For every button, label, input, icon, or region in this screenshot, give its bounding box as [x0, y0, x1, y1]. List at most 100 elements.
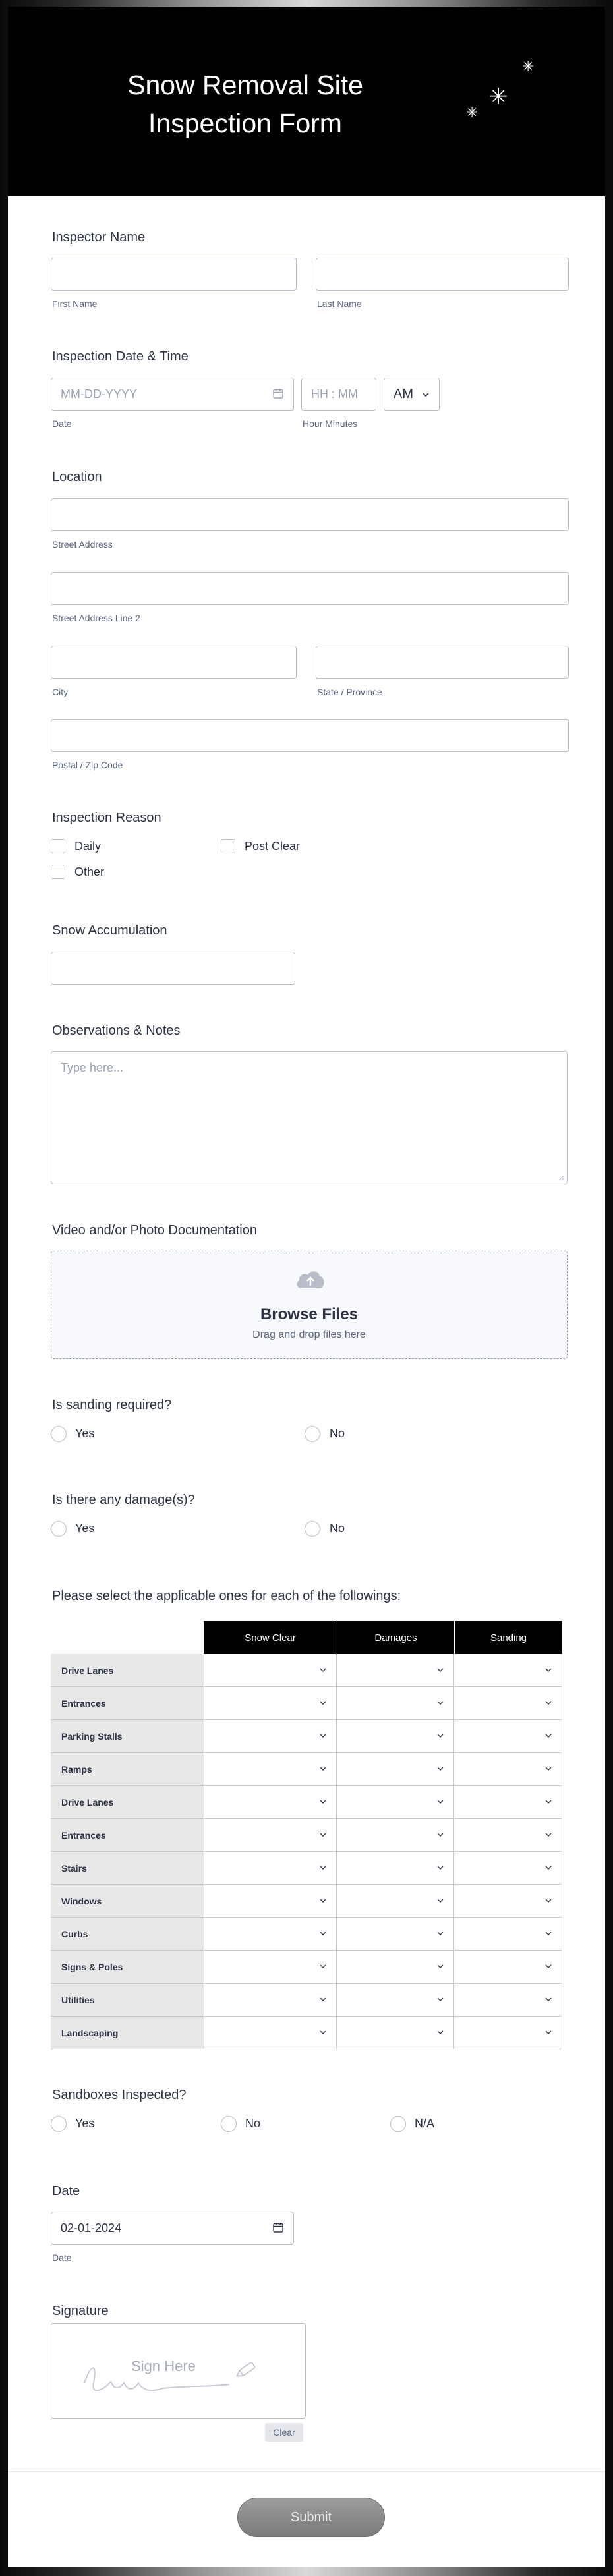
footer-divider: [8, 2471, 605, 2472]
matrix-select-damages[interactable]: [337, 1819, 454, 1852]
chevron-down-icon: [320, 1800, 326, 1804]
chevron-down-icon: [545, 1800, 552, 1804]
city-sublabel: City: [52, 687, 69, 697]
matrix-select-damages[interactable]: [337, 1951, 454, 1984]
state-input[interactable]: [316, 646, 569, 679]
damage-label: Is there any damage(s)?: [52, 1493, 195, 1507]
matrix-select-sanding[interactable]: [454, 1984, 562, 2017]
form-header: Snow Removal Site Inspection Form ✳ ✳ ✳: [8, 7, 605, 196]
signature-placeholder: Sign Here: [131, 2358, 196, 2374]
chevron-down-icon: [320, 2030, 326, 2034]
matrix-select-damages[interactable]: [337, 1918, 454, 1951]
matrix-select-snow-clear[interactable]: [204, 1819, 337, 1852]
submit-button[interactable]: Submit: [237, 2498, 385, 2537]
state-sublabel: State / Province: [317, 687, 382, 697]
reason-other-checkbox[interactable]: [51, 865, 65, 879]
sanding-no-radio[interactable]: [305, 1426, 320, 1442]
matrix-select-sanding[interactable]: [454, 1885, 562, 1918]
calendar-icon[interactable]: [272, 387, 284, 399]
last-name-sublabel: Last Name: [317, 299, 362, 309]
matrix-select-sanding[interactable]: [454, 1720, 562, 1753]
first-name-input[interactable]: [51, 258, 297, 291]
street-address-2-input[interactable]: [51, 572, 569, 605]
chevron-down-icon: [545, 1833, 552, 1837]
upload-label: Video and/or Photo Documentation: [52, 1223, 257, 1238]
matrix-select-snow-clear[interactable]: [204, 1654, 337, 1687]
reason-daily-checkbox[interactable]: [51, 839, 65, 853]
chevron-down-icon: [423, 393, 429, 397]
inspection-time-input[interactable]: HH : MM: [301, 378, 376, 411]
matrix-select-damages[interactable]: [337, 1852, 454, 1885]
matrix-select-sanding[interactable]: [454, 1654, 562, 1687]
matrix-select-damages[interactable]: [337, 1720, 454, 1753]
chevron-down-icon: [437, 1833, 444, 1837]
chevron-down-icon: [545, 1997, 552, 2001]
calendar-icon[interactable]: [272, 2221, 284, 2233]
zip-input[interactable]: [51, 719, 569, 752]
matrix-select-damages[interactable]: [337, 1984, 454, 2017]
city-input[interactable]: [51, 646, 297, 679]
chevron-down-icon: [320, 1833, 326, 1837]
sandboxes-yes-radio[interactable]: [51, 2116, 67, 2132]
chevron-down-icon: [545, 1734, 552, 1738]
sandboxes-label: Sandboxes Inspected?: [52, 2088, 187, 2102]
matrix-select-sanding[interactable]: [454, 1687, 562, 1720]
matrix-select-damages[interactable]: [337, 1687, 454, 1720]
ampm-select[interactable]: AM: [384, 378, 440, 411]
matrix-select-snow-clear[interactable]: [204, 1885, 337, 1918]
damage-yes-radio[interactable]: [51, 1521, 67, 1537]
sandboxes-no-radio[interactable]: [221, 2116, 237, 2132]
matrix-select-snow-clear[interactable]: [204, 1918, 337, 1951]
matrix-select-snow-clear[interactable]: [204, 1984, 337, 2017]
snow-accumulation-input[interactable]: [51, 952, 295, 985]
chevron-down-icon: [320, 1997, 326, 2001]
matrix-select-snow-clear[interactable]: [204, 1852, 337, 1885]
street-address-input[interactable]: [51, 498, 569, 531]
date-value: 02-01-2024: [61, 2221, 122, 2235]
inspection-datetime-label: Inspection Date & Time: [52, 349, 189, 364]
matrix-column-damages: Damages: [337, 1621, 454, 1654]
matrix-select-sanding[interactable]: [454, 1951, 562, 1984]
matrix-row-label: Entrances: [51, 1819, 204, 1852]
matrix-select-sanding[interactable]: [454, 1852, 562, 1885]
signature-pad[interactable]: Sign Here: [51, 2323, 306, 2419]
matrix-select-sanding[interactable]: [454, 1918, 562, 1951]
damage-no-radio[interactable]: [305, 1521, 320, 1537]
clear-signature-button[interactable]: Clear: [265, 2423, 303, 2442]
ampm-value: AM: [394, 386, 413, 401]
matrix-select-snow-clear[interactable]: [204, 1951, 337, 1984]
drag-drop-text: Drag and drop files here: [252, 1329, 366, 1340]
observations-textarea[interactable]: Type here...: [51, 1051, 568, 1184]
date-sublabel: Date: [52, 418, 72, 429]
reason-post-clear-checkbox[interactable]: [221, 839, 235, 853]
chevron-down-icon: [545, 1668, 552, 1672]
resize-grip-icon[interactable]: [558, 1174, 564, 1181]
matrix-select-snow-clear[interactable]: [204, 1720, 337, 1753]
chevron-down-icon: [437, 1767, 444, 1771]
matrix-row-label: Utilities: [51, 1984, 204, 2017]
file-upload-dropzone[interactable]: Browse Files Drag and drop files here: [51, 1251, 568, 1359]
matrix-select-snow-clear[interactable]: [204, 1687, 337, 1720]
browse-files-button[interactable]: Browse Files: [51, 1305, 567, 1324]
matrix-select-sanding[interactable]: [454, 2017, 562, 2049]
sanding-yes-radio[interactable]: [51, 1426, 67, 1442]
matrix-select-sanding[interactable]: [454, 1753, 562, 1786]
matrix-select-damages[interactable]: [337, 1654, 454, 1687]
inspection-date-input[interactable]: MM-DD-YYYY: [51, 378, 294, 411]
matrix-select-snow-clear[interactable]: [204, 1753, 337, 1786]
date-input[interactable]: 02-01-2024: [51, 2212, 294, 2245]
matrix-select-damages[interactable]: [337, 2017, 454, 2049]
last-name-input[interactable]: [316, 258, 569, 291]
matrix-select-sanding[interactable]: [454, 1786, 562, 1819]
sandboxes-na-radio[interactable]: [390, 2116, 406, 2132]
zip-sublabel: Postal / Zip Code: [52, 760, 123, 770]
matrix-select-damages[interactable]: [337, 1885, 454, 1918]
chevron-down-icon: [437, 1866, 444, 1870]
matrix-select-snow-clear[interactable]: [204, 1786, 337, 1819]
matrix-select-sanding[interactable]: [454, 1819, 562, 1852]
matrix-select-damages[interactable]: [337, 1753, 454, 1786]
matrix-select-damages[interactable]: [337, 1786, 454, 1819]
observations-label: Observations & Notes: [52, 1023, 181, 1038]
matrix-select-snow-clear[interactable]: [204, 2017, 337, 2049]
chevron-down-icon: [437, 1668, 444, 1672]
